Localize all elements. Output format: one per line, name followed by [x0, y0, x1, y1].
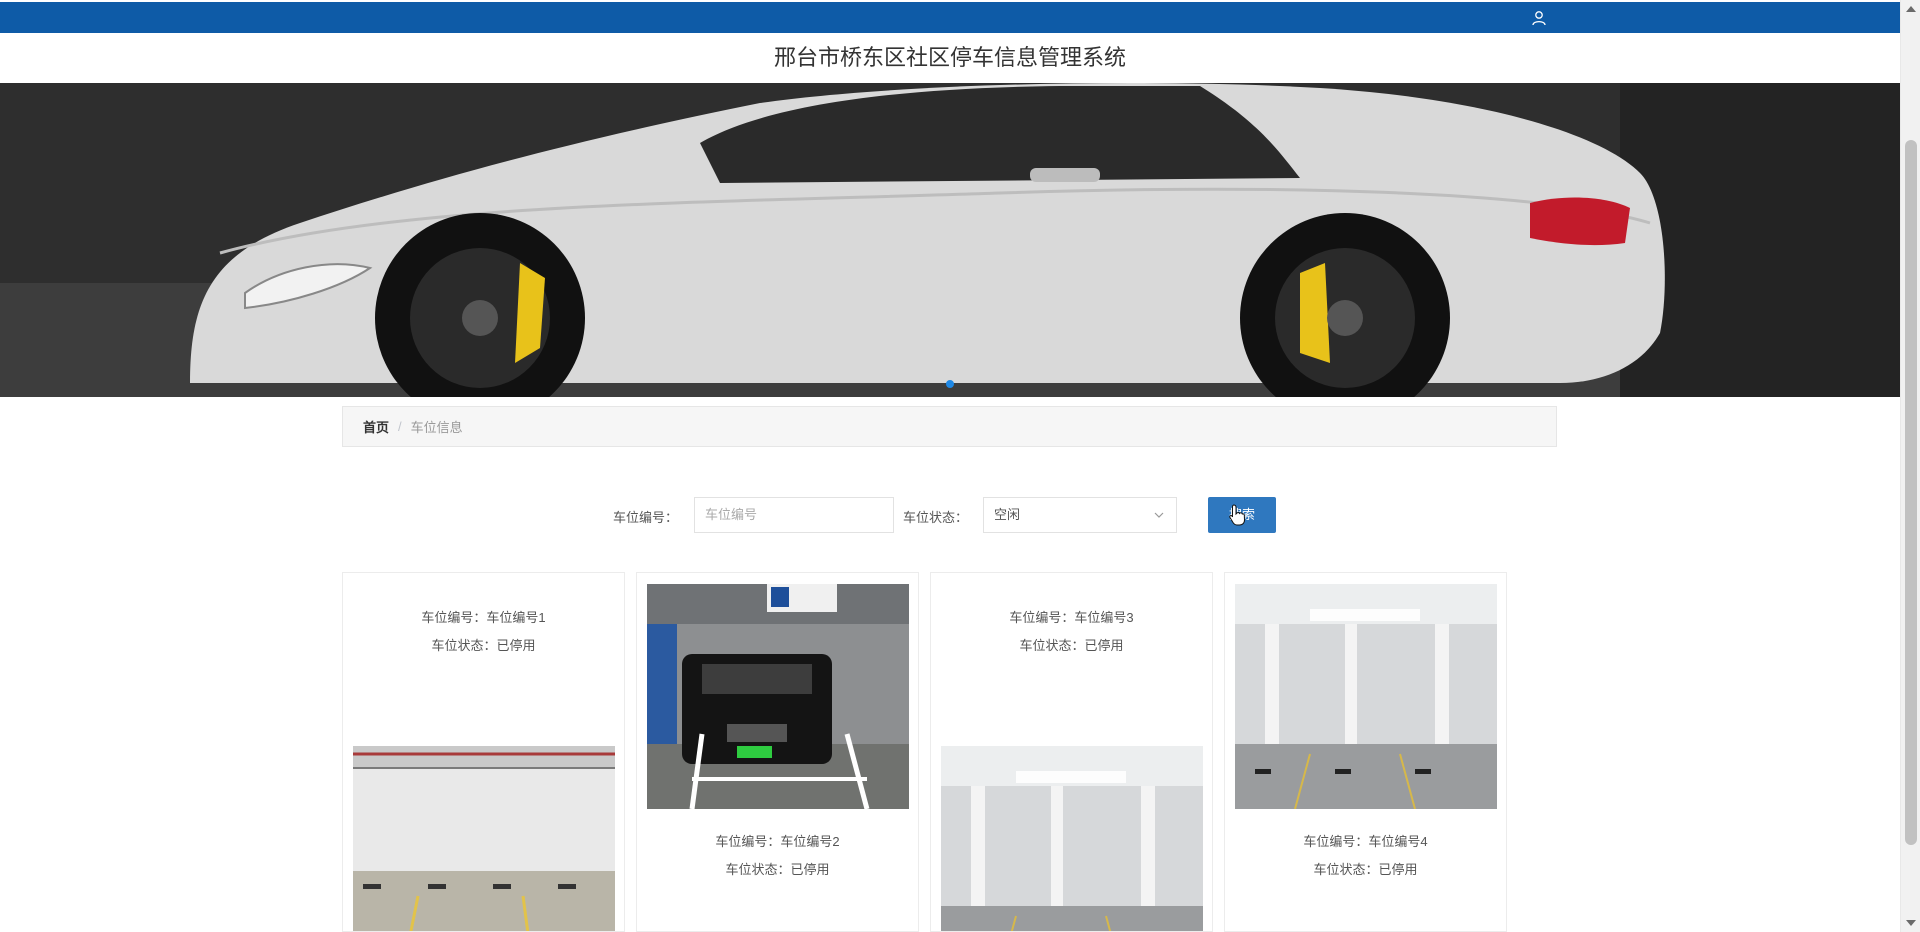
underground-parking-photo	[1235, 584, 1497, 809]
parking-card[interactable]: 车位编号：车位编号2 车位状态：已停用	[636, 572, 919, 932]
user-icon[interactable]	[1531, 10, 1547, 26]
parked-black-suv-photo	[647, 584, 909, 809]
card-number: 车位编号：车位编号1	[421, 610, 546, 625]
card-photo[interactable]	[647, 584, 909, 809]
parking-card[interactable]: 车位编号：车位编号4 车位状态：已停用	[1224, 572, 1507, 932]
card-status: 车位状态：已停用	[725, 862, 830, 877]
card-status: 车位状态：已停用	[431, 638, 536, 653]
empty-garage-wall-photo	[353, 746, 615, 931]
search-form: 车位编号： 车位编号 车位状态： 空闲 搜索	[0, 497, 1900, 533]
scroll-down-arrow-icon[interactable]	[1906, 920, 1916, 926]
carousel-indicator-dot[interactable]	[946, 380, 954, 388]
parking-number-input[interactable]: 车位编号	[694, 497, 894, 533]
parking-status-label: 车位状态：	[903, 510, 969, 525]
underground-parking-photo	[941, 746, 1203, 931]
page-title: 邢台市桥东区社区停车信息管理系统	[773, 45, 1126, 70]
banner-carousel[interactable]	[0, 83, 1900, 397]
parking-status-value: 空闲	[994, 507, 1021, 522]
scroll-up-arrow-icon[interactable]	[1906, 6, 1916, 12]
card-number: 车位编号：车位编号3	[1009, 610, 1134, 625]
card-status: 车位状态：已停用	[1313, 862, 1418, 877]
car-banner-image	[0, 83, 1900, 397]
parking-card[interactable]: 车位编号：车位编号1 车位状态：已停用	[342, 572, 625, 932]
parking-card[interactable]: 车位编号：车位编号3 车位状态：已停用	[930, 572, 1213, 932]
parking-status-select[interactable]: 空闲	[983, 497, 1177, 533]
card-photo[interactable]	[941, 746, 1203, 931]
card-number: 车位编号：车位编号2	[715, 834, 840, 849]
breadcrumb: 首页 / 车位信息	[342, 406, 1557, 447]
breadcrumb-home-link[interactable]: 首页	[363, 417, 389, 436]
top-bar	[0, 2, 1900, 33]
chevron-down-icon	[1154, 512, 1164, 518]
page-scrollbar[interactable]	[1900, 0, 1920, 932]
breadcrumb-current: 车位信息	[410, 420, 463, 435]
parking-number-label: 车位编号：	[613, 510, 679, 525]
scrollbar-thumb[interactable]	[1905, 140, 1917, 845]
card-number: 车位编号：车位编号4	[1303, 834, 1428, 849]
breadcrumb-separator: /	[398, 419, 402, 434]
card-photo[interactable]	[1235, 584, 1497, 809]
card-status: 车位状态：已停用	[1019, 638, 1124, 653]
card-photo[interactable]	[353, 746, 615, 931]
hand-cursor-icon	[1229, 504, 1246, 526]
